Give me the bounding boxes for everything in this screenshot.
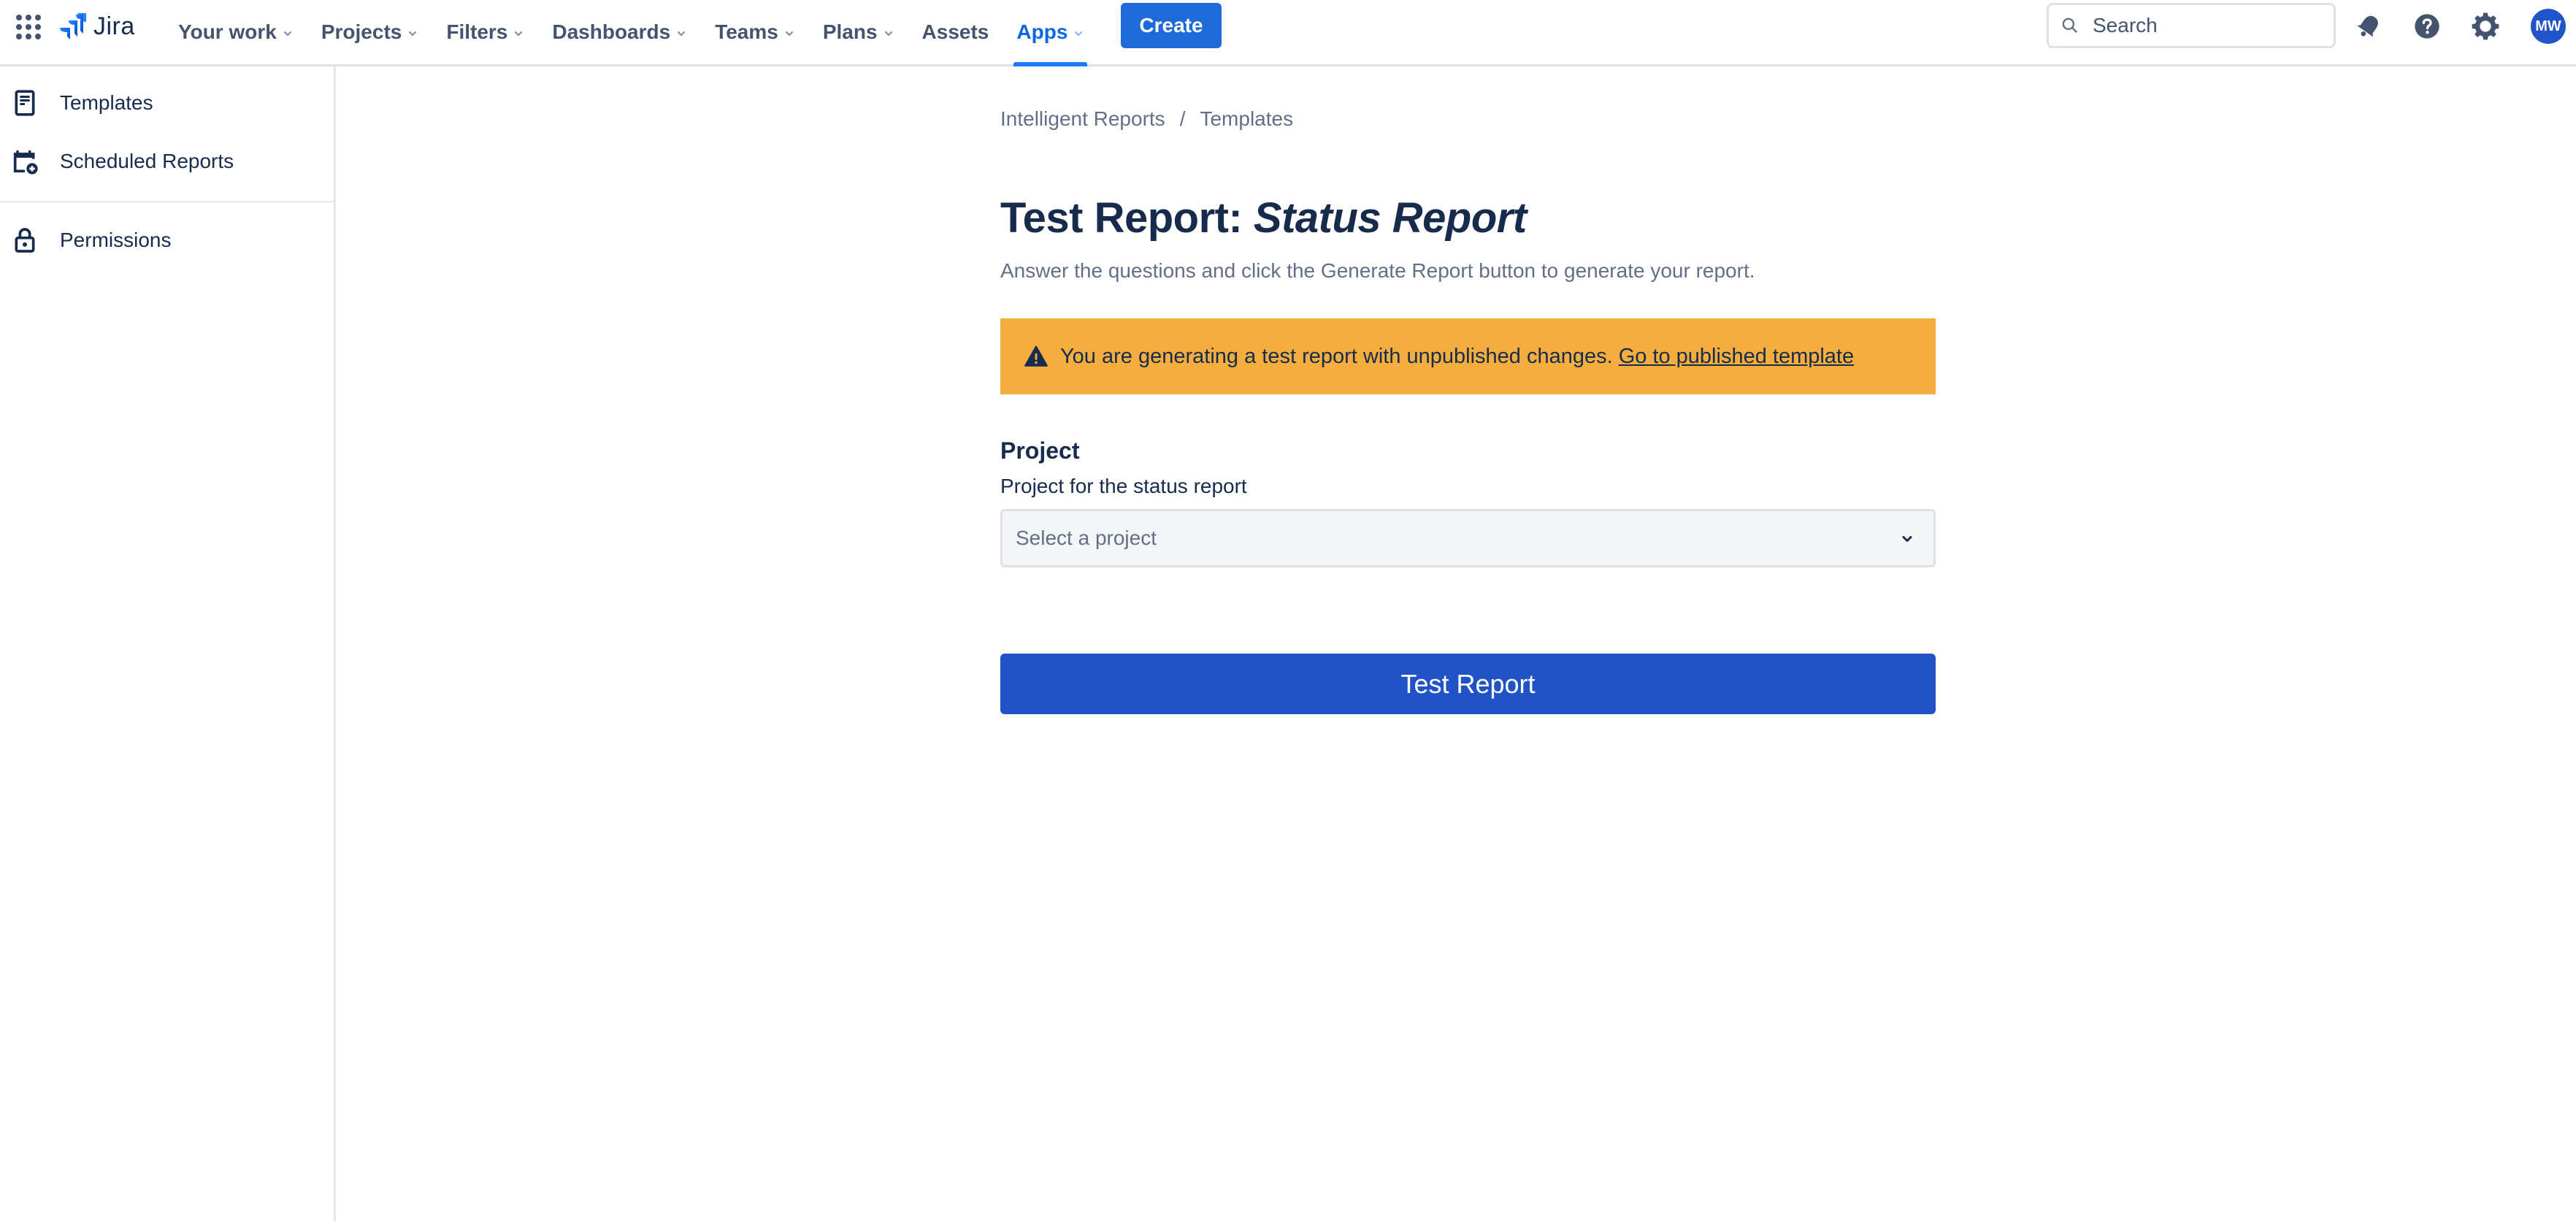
settings-button[interactable] xyxy=(2469,10,2502,42)
chevron-down-icon xyxy=(884,31,892,37)
jira-logo[interactable]: Jira xyxy=(58,10,135,42)
search-field[interactable] xyxy=(2047,3,2336,48)
breadcrumb-templates[interactable]: Templates xyxy=(1200,107,1293,131)
app-name: Jira xyxy=(93,12,135,40)
help-button[interactable] xyxy=(2411,10,2443,42)
settings-icon xyxy=(2472,12,2499,40)
jira-logo-icon xyxy=(60,13,86,39)
sidebar-item-templates[interactable]: Templates xyxy=(0,77,334,129)
primary-nav: Your work Projects Filters Dashboards Te… xyxy=(178,0,1112,66)
nav-label: Plans xyxy=(822,20,878,43)
sidebar-item-label: Scheduled Reports xyxy=(60,150,234,172)
nav-projects[interactable]: Projects xyxy=(321,0,419,64)
chevron-down-icon xyxy=(1902,536,1912,542)
notifications-button[interactable] xyxy=(2353,10,2385,42)
user-avatar[interactable]: MW xyxy=(2531,9,2566,44)
document-icon xyxy=(10,88,39,118)
nav-plans[interactable]: Plans xyxy=(823,0,894,64)
nav-label: Dashboards xyxy=(552,20,671,43)
nav-label: Apps xyxy=(1016,20,1068,43)
top-navigation: Jira Your work Projects Filters Dashboar… xyxy=(0,0,2576,66)
chevron-down-icon xyxy=(785,31,793,37)
chevron-down-icon xyxy=(515,31,523,37)
calendar-add-icon xyxy=(10,147,39,176)
search-icon xyxy=(2062,18,2077,33)
nav-filters[interactable]: Filters xyxy=(446,0,524,64)
search-input[interactable] xyxy=(2093,14,2312,37)
nav-label: Teams xyxy=(715,20,778,43)
nav-label: Assets xyxy=(921,20,989,43)
chevron-down-icon xyxy=(283,31,291,37)
breadcrumb-separator: / xyxy=(1179,107,1186,130)
sidebar-item-scheduled-reports[interactable]: Scheduled Reports xyxy=(0,136,334,187)
lock-icon xyxy=(10,226,39,255)
sidebar: Templates Scheduled Reports Permissions xyxy=(0,66,336,1221)
breadcrumb: Intelligent Reports / Templates xyxy=(1000,107,1293,131)
test-report-button[interactable]: Test Report xyxy=(1000,654,1936,714)
app-switcher-icon[interactable] xyxy=(16,15,41,39)
project-field-help: Project for the status report xyxy=(1000,475,1247,497)
create-button[interactable]: Create xyxy=(1121,3,1222,48)
nav-teams[interactable]: Teams xyxy=(715,0,795,64)
warning-message: You are generating a test report with un… xyxy=(1060,344,1613,368)
nav-label: Your work xyxy=(178,20,277,43)
page-description: Answer the questions and click the Gener… xyxy=(1000,259,1755,282)
nav-label: Filters xyxy=(446,20,508,43)
nav-label: Projects xyxy=(321,20,402,43)
page-title: Test Report: Status Report xyxy=(1000,194,1527,242)
sidebar-divider xyxy=(0,201,334,203)
nav-your-work[interactable]: Your work xyxy=(178,0,294,64)
chevron-down-icon xyxy=(1075,31,1083,37)
published-template-link[interactable]: Go to published template xyxy=(1619,345,1854,369)
chevron-down-icon xyxy=(409,31,417,37)
title-prefix: Test Report: xyxy=(1000,194,1254,242)
template-name: Status Report xyxy=(1253,194,1527,242)
notifications-icon xyxy=(2357,15,2378,37)
sidebar-item-permissions[interactable]: Permissions xyxy=(0,215,334,266)
sidebar-item-label: Templates xyxy=(60,91,153,114)
help-icon xyxy=(2415,14,2439,39)
nav-assets[interactable]: Assets xyxy=(922,0,989,64)
nav-apps[interactable]: Apps xyxy=(1013,0,1088,66)
sidebar-item-label: Permissions xyxy=(60,229,172,251)
project-select[interactable]: Select a project xyxy=(1000,509,1936,567)
project-field-label: Project xyxy=(1000,437,1080,464)
project-select-placeholder: Select a project xyxy=(1016,527,1157,549)
nav-dashboards[interactable]: Dashboards xyxy=(552,0,687,64)
chevron-down-icon xyxy=(678,31,686,37)
breadcrumb-intelligent-reports[interactable]: Intelligent Reports xyxy=(1000,107,1165,131)
unpublished-warning-banner: You are generating a test report with un… xyxy=(1000,318,1936,394)
warning-icon xyxy=(1024,345,1048,367)
